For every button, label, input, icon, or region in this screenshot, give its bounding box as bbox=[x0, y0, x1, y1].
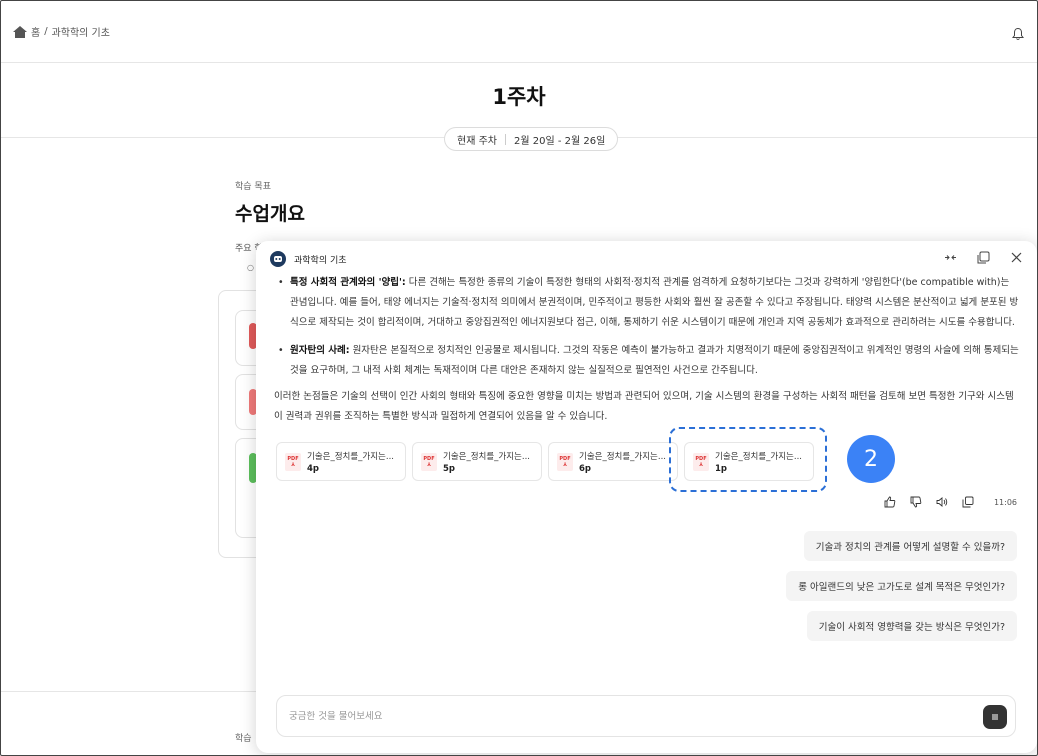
source-card[interactable]: PDF ⅄ 기술은_정치를_가지는... 4p bbox=[276, 442, 406, 481]
copy-icon[interactable] bbox=[962, 496, 974, 508]
suggestion-chip[interactable]: 기술이 사회적 영향력을 갖는 방식은 무엇인가? bbox=[806, 611, 1017, 641]
source-page: 6p bbox=[579, 463, 591, 474]
chat-header: 과학학의 기초 bbox=[256, 241, 1037, 277]
pdf-icon: PDF ⅄ bbox=[421, 452, 437, 471]
source-card[interactable]: PDF ⅄ 기술은_정치를_가지는... 6p bbox=[548, 442, 678, 481]
step-marker: 2 bbox=[847, 435, 895, 483]
speaker-icon[interactable] bbox=[936, 496, 948, 508]
chat-input[interactable] bbox=[289, 710, 889, 722]
suggestion-chip[interactable]: 기술과 정치의 관계를 어떻게 설명할 수 있을까? bbox=[803, 531, 1017, 561]
chat-panel: 과학학의 기초 특정 사회적 관계와의 '양립': 다른 견해는 특정한 종류의… bbox=[256, 241, 1037, 753]
section-title: 수업개요 bbox=[235, 203, 305, 225]
thumbs-down-icon[interactable] bbox=[910, 496, 922, 508]
current-week-pill: 현재 주차 2월 20일 - 2월 26일 bbox=[444, 127, 619, 151]
section-label: 학습 목표 bbox=[235, 182, 271, 192]
week-range: 2월 20일 - 2월 26일 bbox=[513, 135, 606, 147]
bot-avatar-icon bbox=[270, 251, 286, 267]
chat-title: 과학학의 기초 bbox=[294, 255, 347, 266]
app-window: 홈 / 과학학의 기초 1주차 현재 주차 2월 20일 - 2월 26일 학습… bbox=[0, 0, 1038, 756]
thumbs-up-icon[interactable] bbox=[884, 496, 896, 508]
send-button[interactable] bbox=[983, 705, 1007, 729]
chat-input-box bbox=[276, 695, 1016, 737]
source-card[interactable]: PDF ⅄ 기술은_정치를_가지는... 5p bbox=[412, 442, 542, 481]
close-icon[interactable] bbox=[1010, 251, 1023, 264]
source-page: 5p bbox=[443, 463, 455, 474]
pdf-icon: PDF ⅄ bbox=[285, 452, 301, 471]
source-title: 기술은_정치를_가지는... bbox=[443, 451, 530, 462]
bullet-marker: ○ bbox=[247, 263, 254, 272]
chat-header-actions bbox=[944, 251, 1023, 264]
bullet-text: 원자탄은 본질적으로 정치적인 인공물로 제시됩니다. 그것의 작동은 예측이 … bbox=[290, 345, 1019, 376]
message-time: 11:06 bbox=[993, 497, 1017, 507]
pill-divider bbox=[504, 133, 506, 145]
bell-icon[interactable] bbox=[1011, 27, 1025, 41]
message-actions: 11:06 bbox=[884, 496, 1017, 508]
source-title: 기술은_정치를_가지는... bbox=[579, 451, 666, 462]
breadcrumb-home[interactable]: 홈 bbox=[31, 24, 40, 39]
open-window-icon[interactable] bbox=[977, 251, 990, 264]
bullet-heading: 원자탄의 사례: bbox=[290, 345, 350, 356]
source-title: 기술은_정치를_가지는... bbox=[307, 451, 394, 462]
breadcrumb-current[interactable]: 과학학의 기초 bbox=[52, 24, 110, 39]
answer-summary: 이러한 논점들은 기술의 선택이 인간 사회의 형태와 특징에 중요한 영향을 … bbox=[274, 391, 1014, 422]
suggestion-chip[interactable]: 롱 아일랜드의 낮은 고가도로 설계 목적은 무엇인가? bbox=[786, 571, 1017, 601]
collapse-icon[interactable] bbox=[944, 251, 957, 264]
week-title: 1주차 bbox=[492, 85, 546, 109]
bullet-heading: 특정 사회적 관계와의 '양립': bbox=[290, 277, 406, 288]
answer-message: 특정 사회적 관계와의 '양립': 다른 견해는 특정한 종류의 기술이 특정한… bbox=[274, 273, 1019, 427]
answer-bullets: 특정 사회적 관계와의 '양립': 다른 견해는 특정한 종류의 기술이 특정한… bbox=[274, 273, 1019, 381]
pdf-icon: PDF ⅄ bbox=[557, 452, 573, 471]
menu-icon bbox=[992, 714, 998, 720]
answer-bullet: 원자탄의 사례: 원자탄은 본질적으로 정치적인 인공물로 제시됩니다. 그것의… bbox=[274, 341, 1019, 381]
breadcrumb-separator: / bbox=[44, 26, 48, 37]
current-week-label: 현재 주차 bbox=[457, 135, 497, 147]
bottom-section-label: 학습 bbox=[235, 734, 252, 744]
breadcrumb: 홈 / 과학학의 기초 bbox=[13, 24, 110, 39]
source-page: 4p bbox=[307, 463, 319, 474]
home-icon[interactable] bbox=[13, 25, 27, 38]
top-bar: 홈 / 과학학의 기초 bbox=[1, 1, 1037, 63]
answer-bullet: 특정 사회적 관계와의 '양립': 다른 견해는 특정한 종류의 기술이 특정한… bbox=[274, 273, 1019, 333]
highlight-box bbox=[669, 427, 827, 492]
